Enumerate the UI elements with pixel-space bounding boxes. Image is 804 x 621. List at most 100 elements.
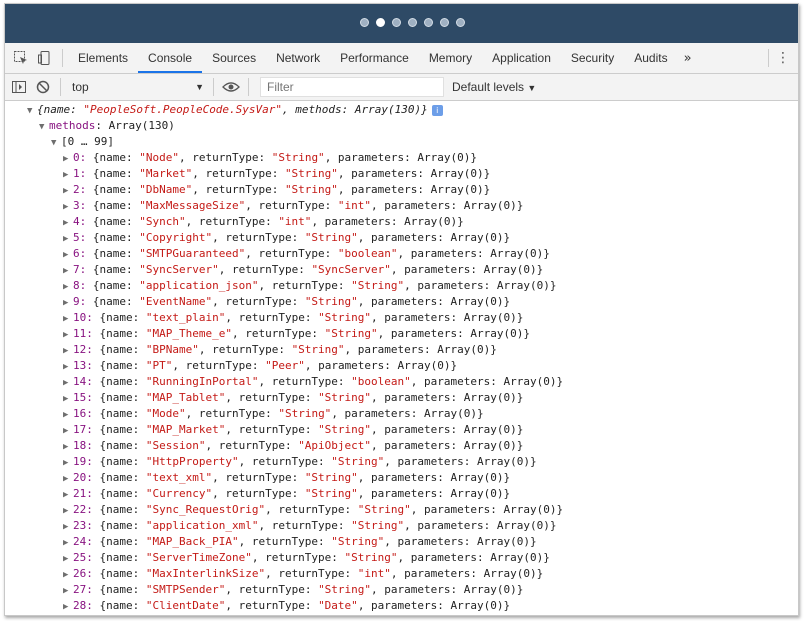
console-row[interactable]: ▶ 25: {name: "ServerTimeZone", returnType… [5, 550, 798, 566]
tab-elements[interactable]: Elements [68, 43, 138, 73]
clear-console-icon[interactable] [31, 72, 55, 102]
tab-sources[interactable]: Sources [202, 43, 266, 73]
expand-arrow-icon[interactable]: ▶ [63, 439, 73, 455]
expand-arrow-icon[interactable]: ▶ [63, 567, 73, 583]
expand-arrow-icon[interactable]: ▶ [63, 519, 73, 535]
expand-arrow-icon[interactable]: ▶ [63, 423, 73, 439]
tab-memory[interactable]: Memory [419, 43, 482, 73]
tab-network[interactable]: Network [266, 43, 330, 73]
row-return-type: "String" [344, 551, 398, 564]
inspect-element-icon[interactable] [9, 43, 33, 73]
console-row[interactable]: ▶ 24: {name: "MAP_Back_PIA", returnType: … [5, 534, 798, 550]
console-row[interactable]: ▶ 23: {name: "application_xml", returnTyp… [5, 518, 798, 534]
context-selector[interactable]: top ▼ [66, 80, 208, 94]
sidebar-toggle-icon[interactable] [7, 72, 31, 102]
expand-arrow-icon[interactable]: ▼ [51, 135, 61, 151]
row-name-value: "MaxMessageSize" [139, 199, 246, 212]
expand-arrow-icon[interactable]: ▶ [63, 247, 73, 263]
tab-console[interactable]: Console [138, 43, 203, 73]
expand-arrow-icon[interactable]: ▶ [63, 583, 73, 599]
expand-arrow-icon[interactable]: ▶ [63, 471, 73, 487]
device-toolbar-icon[interactable] [33, 43, 57, 73]
console-row[interactable]: ▶ 3: {name: "MaxMessageSize", returnType:… [5, 198, 798, 214]
carousel-dot[interactable] [376, 18, 385, 27]
eye-icon[interactable] [219, 72, 243, 102]
expand-arrow-icon[interactable]: ▶ [63, 535, 73, 551]
expand-arrow-icon[interactable]: ▶ [63, 231, 73, 247]
kebab-menu-icon[interactable]: ⋮ [776, 50, 790, 66]
log-levels-dropdown[interactable]: Default levels ▼ [452, 80, 536, 94]
array-group[interactable]: ▼ [0 … 99] [5, 134, 798, 150]
expand-arrow-icon[interactable]: ▶ [63, 295, 73, 311]
carousel-dot[interactable] [392, 18, 401, 27]
row-index: 16: [73, 407, 93, 420]
expand-arrow-icon[interactable]: ▶ [63, 151, 73, 167]
expand-arrow-icon[interactable]: ▶ [63, 487, 73, 503]
expand-arrow-icon[interactable]: ▶ [63, 215, 73, 231]
tab-security[interactable]: Security [561, 43, 624, 73]
console-row[interactable]: ▶ 0: {name: "Node", returnType: "String",… [5, 150, 798, 166]
carousel-dot[interactable] [456, 18, 465, 27]
console-row[interactable]: ▶ 11: {name: "MAP_Theme_e", returnType: "… [5, 326, 798, 342]
expand-arrow-icon[interactable]: ▶ [63, 183, 73, 199]
console-row[interactable]: ▶ 16: {name: "Mode", returnType: "String"… [5, 406, 798, 422]
expand-arrow-icon[interactable]: ▶ [63, 503, 73, 519]
carousel-dot[interactable] [424, 18, 433, 27]
console-row[interactable]: ▶ 12: {name: "BPName", returnType: "Strin… [5, 342, 798, 358]
console-row[interactable]: ▶ 20: {name: "text_xml", returnType: "Str… [5, 470, 798, 486]
console-row[interactable]: ▶ 27: {name: "SMTPSender", returnType: "S… [5, 582, 798, 598]
console-row[interactable]: ▶ 22: {name: "Sync_RequestOrig", returnTy… [5, 502, 798, 518]
row-text: {name: [86, 263, 140, 276]
expand-arrow-icon[interactable]: ▶ [63, 359, 73, 375]
console-row[interactable]: ▶ 7: {name: "SyncServer", returnType: "Sy… [5, 262, 798, 278]
row-return-type: "String" [304, 471, 358, 484]
tab-audits[interactable]: Audits [624, 43, 677, 73]
console-row[interactable]: ▶ 6: {name: "SMTPGuaranteed", returnType:… [5, 246, 798, 262]
carousel-dot[interactable] [408, 18, 417, 27]
expand-arrow-icon[interactable]: ▶ [63, 599, 73, 615]
expand-arrow-icon[interactable]: ▶ [63, 327, 73, 343]
expand-arrow-icon[interactable]: ▶ [63, 279, 73, 295]
console-row[interactable]: ▶ 17: {name: "MAP_Market", returnType: "S… [5, 422, 798, 438]
expand-arrow-icon[interactable]: ▼ [27, 103, 37, 119]
console-row[interactable]: ▶ 21: {name: "Currency", returnType: "Str… [5, 486, 798, 502]
console-row[interactable]: ▶ 9: {name: "EventName", returnType: "Str… [5, 294, 798, 310]
carousel-dot[interactable] [360, 18, 369, 27]
expand-arrow-icon[interactable]: ▶ [63, 199, 73, 215]
console-row[interactable]: ▶ 8: {name: "application_json", returnTyp… [5, 278, 798, 294]
console-row[interactable]: ▶ 10: {name: "text_plain", returnType: "S… [5, 310, 798, 326]
expand-arrow-icon[interactable]: ▶ [63, 263, 73, 279]
tab-performance[interactable]: Performance [330, 43, 419, 73]
expand-arrow-icon[interactable]: ▶ [63, 551, 73, 567]
expand-arrow-icon[interactable]: ▶ [63, 391, 73, 407]
console-row[interactable]: ▶ 15: {name: "MAP_Tablet", returnType: "S… [5, 390, 798, 406]
row-index: 12: [73, 343, 93, 356]
console-row[interactable]: ▶ 26: {name: "MaxInterlinkSize", returnTy… [5, 566, 798, 582]
console-root-object[interactable]: ▼ {name: "PeopleSoft.PeopleCode.SysVar", … [5, 102, 798, 118]
expand-arrow-icon[interactable]: ▶ [63, 311, 73, 327]
expand-arrow-icon[interactable]: ▶ [63, 407, 73, 423]
console-row[interactable]: ▶ 19: {name: "HttpProperty", returnType: … [5, 454, 798, 470]
carousel-dot[interactable] [440, 18, 449, 27]
console-row[interactable]: ▶ 28: {name: "ClientDate", returnType: "D… [5, 598, 798, 614]
expand-arrow-icon[interactable]: ▼ [39, 119, 49, 135]
console-row[interactable]: ▶ 5: {name: "Copyright", returnType: "Str… [5, 230, 798, 246]
filter-field[interactable] [260, 77, 444, 97]
expand-arrow-icon[interactable]: ▶ [63, 167, 73, 183]
row-text: , parameters: Array(0)} [384, 535, 537, 548]
console-row[interactable]: ▶ 14: {name: "RunningInPortal", returnTyp… [5, 374, 798, 390]
expand-arrow-icon[interactable]: ▶ [63, 375, 73, 391]
console-row[interactable]: ▶ 13: {name: "PT", returnType: "Peer", pa… [5, 358, 798, 374]
console-row[interactable]: ▶ 18: {name: "Session", returnType: "ApiO… [5, 438, 798, 454]
expand-arrow-icon[interactable]: ▶ [63, 343, 73, 359]
methods-property[interactable]: ▼ methods: Array(130) [5, 118, 798, 134]
filter-input[interactable] [265, 79, 439, 95]
console-row[interactable]: ▶ 2: {name: "DbName", returnType: "String… [5, 182, 798, 198]
row-text: {name: [92, 375, 146, 388]
console-row[interactable]: ▶ 4: {name: "Synch", returnType: "int", p… [5, 214, 798, 230]
more-tabs-icon[interactable]: » [678, 51, 698, 66]
row-index: 19: [73, 455, 93, 468]
expand-arrow-icon[interactable]: ▶ [63, 455, 73, 471]
console-row[interactable]: ▶ 1: {name: "Market", returnType: "String… [5, 166, 798, 182]
tab-application[interactable]: Application [482, 43, 561, 73]
